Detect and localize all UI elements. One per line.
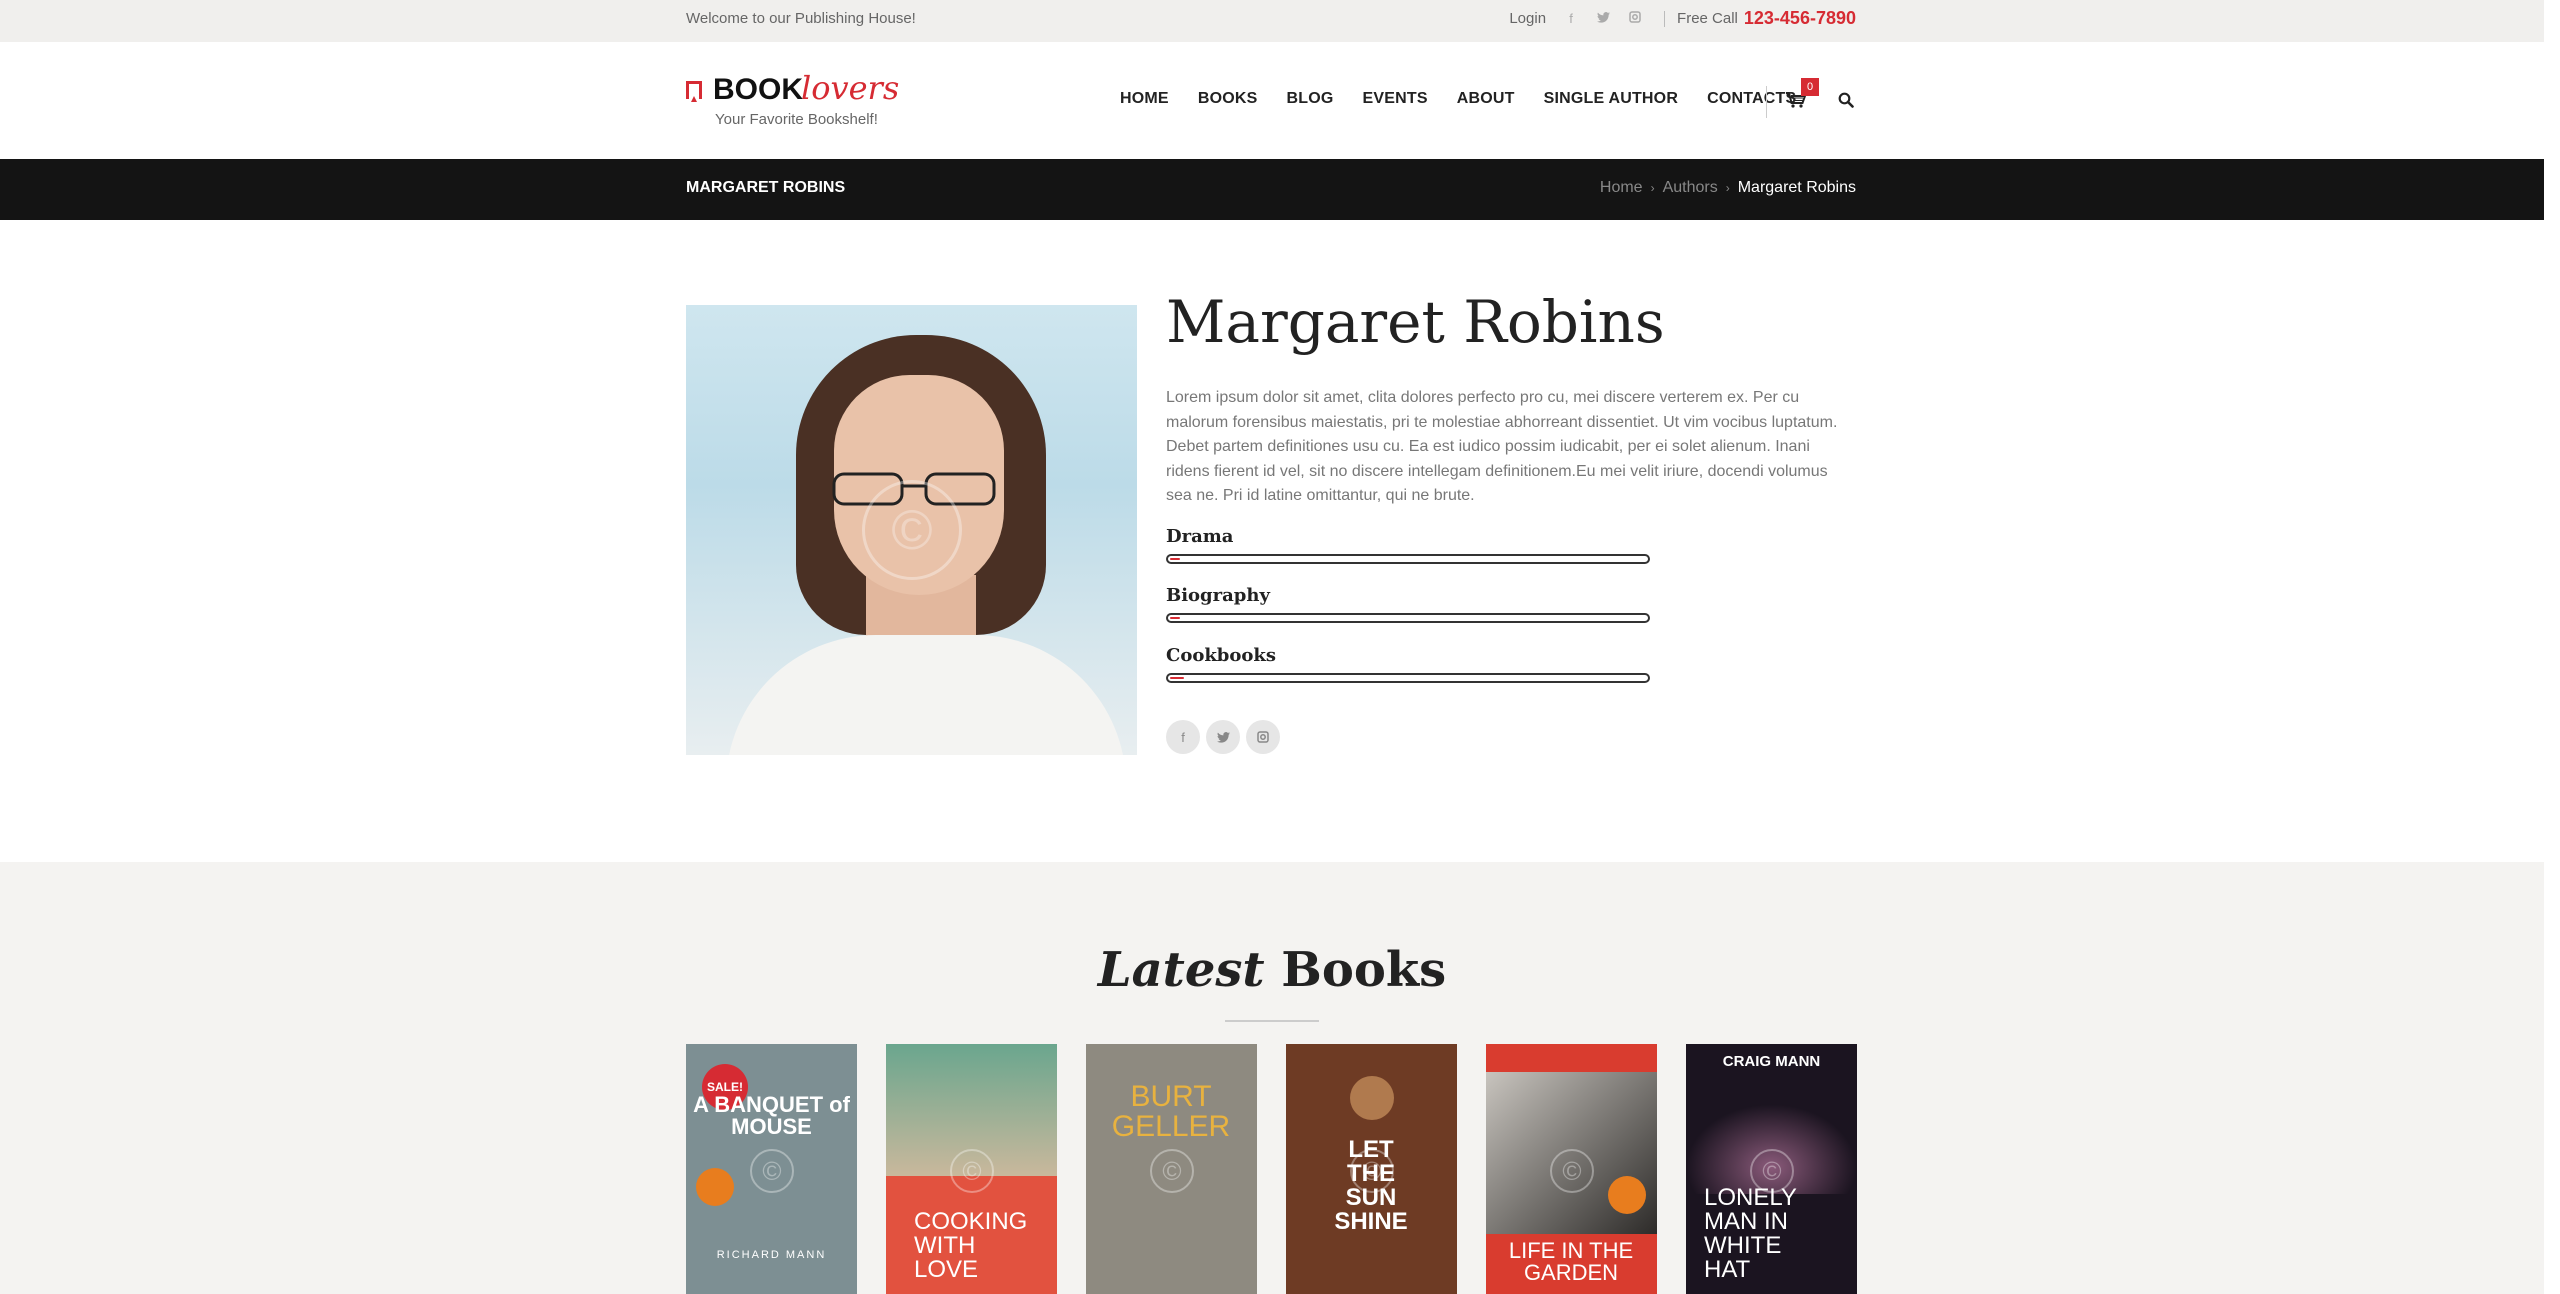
nav-about[interactable]: ABOUT bbox=[1457, 90, 1515, 108]
nav-blog[interactable]: BLOG bbox=[1286, 90, 1333, 108]
watermark-icon: © bbox=[1550, 1149, 1594, 1193]
bookmark-icon bbox=[686, 81, 702, 102]
book-title: LONELY MAN IN WHITE HAT bbox=[1704, 1184, 1797, 1283]
watermark-icon: © bbox=[750, 1149, 794, 1193]
logo-tagline: Your Favorite Bookshelf! bbox=[715, 111, 878, 128]
book-cover[interactable]: BURT GELLER © bbox=[1086, 1044, 1257, 1294]
nav-divider bbox=[1766, 86, 1767, 118]
book-title: COOKING WITH LOVE bbox=[914, 1208, 1028, 1283]
divider bbox=[1664, 10, 1666, 27]
skill-biography: Biography bbox=[1166, 585, 1650, 623]
watermark-icon bbox=[862, 480, 962, 580]
breadcrumb-home[interactable]: Home bbox=[1600, 179, 1643, 197]
watermark-icon: © bbox=[1350, 1149, 1394, 1193]
watermark-icon: © bbox=[1150, 1149, 1194, 1193]
search-icon[interactable] bbox=[1838, 92, 1854, 113]
instagram-icon[interactable] bbox=[1246, 720, 1280, 754]
facebook-icon[interactable]: f bbox=[1166, 720, 1200, 754]
nav-books[interactable]: BOOKS bbox=[1198, 90, 1258, 108]
logo-lovers-text: lovers bbox=[801, 69, 900, 107]
skill-label: Cookbooks bbox=[1166, 645, 1277, 666]
author-photo bbox=[686, 305, 1137, 755]
book-cover[interactable]: © COOKING WITH LOVE bbox=[886, 1044, 1057, 1294]
skill-progress-track bbox=[1166, 673, 1650, 683]
cart-count-badge: 0 bbox=[1801, 78, 1819, 96]
skill-progress-track bbox=[1166, 613, 1650, 623]
site-header: BOOK lovers Your Favorite Bookshelf! HOM… bbox=[0, 42, 2544, 159]
heading-emphasis: Latest bbox=[1097, 942, 1265, 998]
chevron-right-icon: › bbox=[1725, 181, 1730, 195]
book-author: CRAIG MANN bbox=[1722, 1053, 1821, 1070]
sun-graphic bbox=[1350, 1076, 1394, 1120]
book-title: BURT GELLER bbox=[1111, 1080, 1231, 1143]
free-call-label: Free Call bbox=[1677, 10, 1738, 27]
skill-label: Biography bbox=[1166, 585, 1270, 606]
nav-events[interactable]: EVENTS bbox=[1363, 90, 1428, 108]
page-title: MARGARET ROBINS bbox=[686, 179, 846, 196]
skill-drama: Drama bbox=[1166, 526, 1650, 564]
section-heading: Latest Books bbox=[0, 942, 2544, 998]
author-bio: Lorem ipsum dolor sit amet, clita dolore… bbox=[1166, 389, 1838, 504]
author-social-links: f bbox=[1166, 720, 1286, 754]
chevron-right-icon: › bbox=[1650, 181, 1655, 195]
author-section: Margaret Robins Lorem ipsum dolor sit am… bbox=[0, 220, 2544, 862]
login-link[interactable]: Login bbox=[1509, 10, 1546, 27]
book-title: LIFE IN THE GARDEN bbox=[1508, 1238, 1634, 1285]
top-bar-right: Login f Free Call 123-456-7890 bbox=[1509, 8, 1856, 29]
skill-progress-fill bbox=[1170, 617, 1180, 619]
skill-label: Drama bbox=[1166, 526, 1234, 547]
best-seller-badge bbox=[696, 1168, 734, 1206]
watermark-icon: © bbox=[950, 1149, 994, 1193]
facebook-icon[interactable]: f bbox=[1564, 11, 1578, 26]
author-name: Margaret Robins bbox=[1166, 288, 1665, 356]
phone-number[interactable]: 123-456-7890 bbox=[1744, 8, 1856, 29]
nav-home[interactable]: HOME bbox=[1120, 90, 1169, 108]
book-cover[interactable]: CRAIG MANN © LONELY MAN IN WHITE HAT bbox=[1686, 1044, 1857, 1294]
skill-progress-fill bbox=[1170, 558, 1180, 560]
nav-single-author[interactable]: SINGLE AUTHOR bbox=[1544, 90, 1678, 108]
instagram-icon[interactable] bbox=[1628, 11, 1642, 26]
skill-progress-track bbox=[1166, 554, 1650, 564]
main-nav: HOME BOOKS BLOG EVENTS ABOUT SINGLE AUTH… bbox=[1120, 90, 1825, 108]
twitter-icon[interactable] bbox=[1206, 720, 1240, 754]
heading-underline bbox=[1225, 1020, 1319, 1022]
breadcrumb: Home › Authors › Margaret Robins bbox=[1600, 179, 1856, 197]
skill-progress-fill bbox=[1170, 677, 1185, 679]
nav-contacts[interactable]: CONTACTS bbox=[1707, 90, 1796, 108]
breadcrumb-current: Margaret Robins bbox=[1737, 179, 1856, 196]
book-cover[interactable]: SALE! A BANQUET of MOUSE © RICHARD MANN bbox=[686, 1044, 857, 1294]
book-title: A BANQUET of MOUSE bbox=[693, 1092, 850, 1139]
latest-books-section: Latest Books SALE! A BANQUET of MOUSE © … bbox=[0, 862, 2544, 1294]
book-cover[interactable]: LET THE SUN SHINE © bbox=[1286, 1044, 1457, 1294]
breadcrumb-authors[interactable]: Authors bbox=[1663, 179, 1718, 197]
heading-rest: Books bbox=[1281, 942, 1447, 998]
best-seller-badge bbox=[1608, 1176, 1646, 1214]
logo-book-text: BOOK bbox=[713, 73, 803, 106]
twitter-icon[interactable] bbox=[1596, 11, 1610, 26]
welcome-text: Welcome to our Publishing House! bbox=[686, 10, 916, 27]
book-author: RICHARD MANN bbox=[716, 1249, 827, 1261]
skill-cookbooks: Cookbooks bbox=[1166, 645, 1650, 683]
top-bar: Welcome to our Publishing House! Login f… bbox=[0, 0, 2544, 42]
book-cover[interactable]: © LIFE IN THE GARDEN bbox=[1486, 1044, 1657, 1294]
page-title-bar: MARGARET ROBINS Home › Authors › Margare… bbox=[0, 159, 2544, 220]
